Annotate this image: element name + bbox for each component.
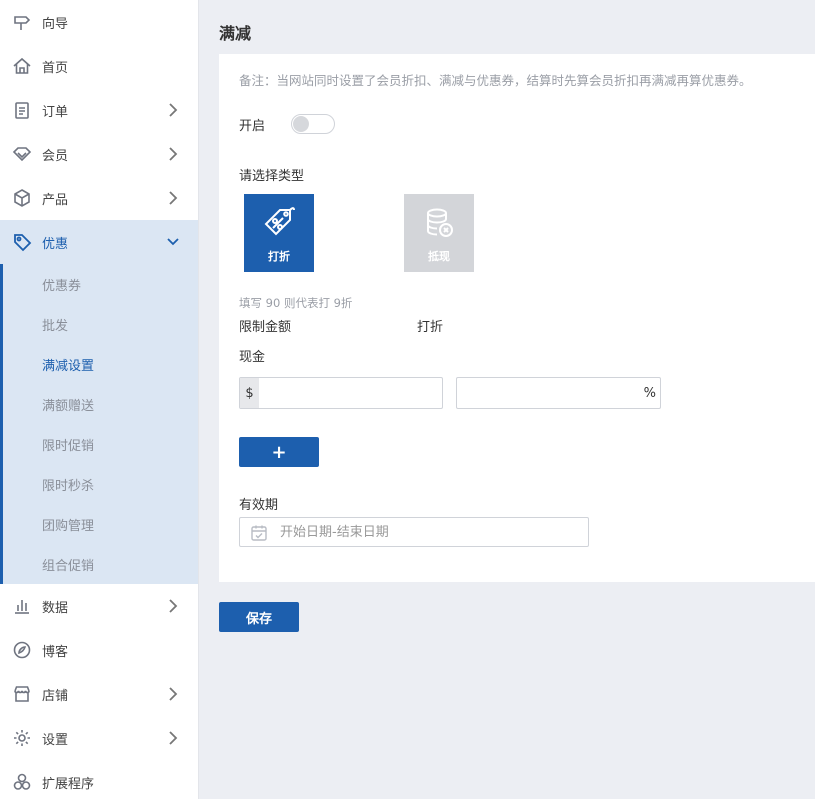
sidebar-item-label: 博客 (42, 644, 69, 660)
type-label: 请选择类型 (239, 169, 305, 184)
coins-stack-icon (427, 208, 453, 237)
submenu-item-flash-sale[interactable]: 限时秒杀 (3, 464, 198, 504)
submenu-item-wholesale[interactable]: 批发 (3, 304, 198, 344)
sidebar-item-label: 店铺 (42, 688, 69, 704)
store-icon (12, 684, 32, 704)
hint-text: 填写 90 则代表打 9折 (239, 296, 353, 310)
toggle-knob (293, 116, 309, 132)
submenu-item-full-reduction[interactable]: 满减设置 (3, 344, 198, 384)
percent-suffix: % (643, 385, 656, 401)
chevron-right-icon (166, 686, 180, 702)
sidebar-item-label: 向导 (42, 16, 69, 32)
currency-prefix: $ (240, 378, 259, 408)
date-range-input[interactable] (280, 518, 580, 546)
blog-icon (12, 640, 32, 660)
amount-input[interactable] (262, 378, 440, 408)
diamond-icon (12, 144, 32, 164)
sidebar-item-store[interactable]: 店铺 (0, 672, 198, 716)
chevron-right-icon (166, 598, 180, 614)
sidebar-item-label: 设置 (42, 732, 69, 748)
calendar-icon (251, 525, 267, 541)
signpost-icon (12, 12, 32, 32)
sidebar-item-label: 订单 (42, 104, 69, 120)
sidebar-item-blog[interactable]: 博客 (0, 628, 198, 672)
sidebar-item-label: 首页 (42, 60, 69, 76)
sidebar-item-settings[interactable]: 设置 (0, 716, 198, 760)
sidebar-item-extensions[interactable]: 扩展程序 (0, 760, 198, 799)
sidebar-item-data[interactable]: 数据 (0, 584, 198, 628)
type-discount-label: 打折 (268, 250, 290, 263)
chevron-right-icon (166, 102, 180, 118)
promotions-submenu: 优惠券 批发 满减设置 满额赠送 限时促销 限时秒杀 团购管理 组合促销 (0, 264, 198, 584)
submenu-item-full-gift[interactable]: 满额赠送 (3, 384, 198, 424)
clipboard-icon (12, 100, 32, 120)
sidebar-item-members[interactable]: 会员 (0, 132, 198, 176)
enable-toggle[interactable] (291, 114, 335, 134)
amount-field: $ (239, 377, 443, 409)
cash-label: 现金 (239, 350, 266, 365)
sidebar-item-label: 优惠 (42, 236, 69, 252)
chevron-right-icon (166, 730, 180, 746)
sidebar-item-label: 产品 (42, 192, 69, 208)
sidebar-item-promotions[interactable]: 优惠 (0, 220, 198, 264)
submenu-item-coupons[interactable]: 优惠券 (3, 264, 198, 304)
discount-tag-icon (264, 207, 295, 236)
validity-label: 有效期 (239, 498, 279, 513)
home-icon (12, 56, 32, 76)
sidebar-item-label: 会员 (42, 148, 69, 164)
submenu-item-bundle[interactable]: 组合促销 (3, 544, 198, 584)
extensions-icon (12, 772, 32, 792)
chevron-right-icon (166, 146, 180, 162)
tag-icon (12, 232, 32, 252)
sidebar-item-home[interactable]: 首页 (0, 44, 198, 88)
page-title: 满减 (219, 24, 252, 43)
submenu-item-limited-promo[interactable]: 限时促销 (3, 424, 198, 464)
type-discount-button[interactable]: 打折 (244, 194, 314, 272)
date-range-field (239, 517, 589, 547)
column-discount-label: 打折 (417, 320, 444, 335)
sidebar-item-products[interactable]: 产品 (0, 176, 198, 220)
save-button[interactable]: 保存 (219, 602, 299, 632)
sidebar-item-guide[interactable]: 向导 (0, 0, 198, 44)
chevron-down-icon (166, 234, 180, 250)
type-cash-button[interactable]: 抵现 (404, 194, 474, 272)
enable-label: 开启 (239, 119, 266, 134)
sidebar-item-label: 扩展程序 (42, 776, 95, 792)
column-amount-label: 限制金额 (239, 320, 292, 335)
discount-field: % (456, 377, 661, 409)
note-text: 备注：当网站同时设置了会员折扣、满减与优惠券，结算时先算会员折扣再满减再算优惠券… (239, 73, 752, 88)
sidebar-item-orders[interactable]: 订单 (0, 88, 198, 132)
chevron-right-icon (166, 190, 180, 206)
full-reduction-form: 备注：当网站同时设置了会员折扣、满减与优惠券，结算时先算会员折扣再满减再算优惠券… (219, 54, 815, 582)
add-row-button[interactable]: + (239, 437, 319, 467)
box-icon (12, 188, 32, 208)
bar-chart-icon (12, 596, 32, 616)
submenu-item-group-buy[interactable]: 团购管理 (3, 504, 198, 544)
type-cash-label: 抵现 (428, 250, 450, 263)
discount-input[interactable] (461, 378, 641, 408)
sidebar: 向导 首页 订单 会员 产品 优惠 优惠券 批发 满减设置 满额赠送 限时促销 … (0, 0, 199, 799)
sidebar-item-label: 数据 (42, 600, 69, 616)
gear-icon (12, 728, 32, 748)
